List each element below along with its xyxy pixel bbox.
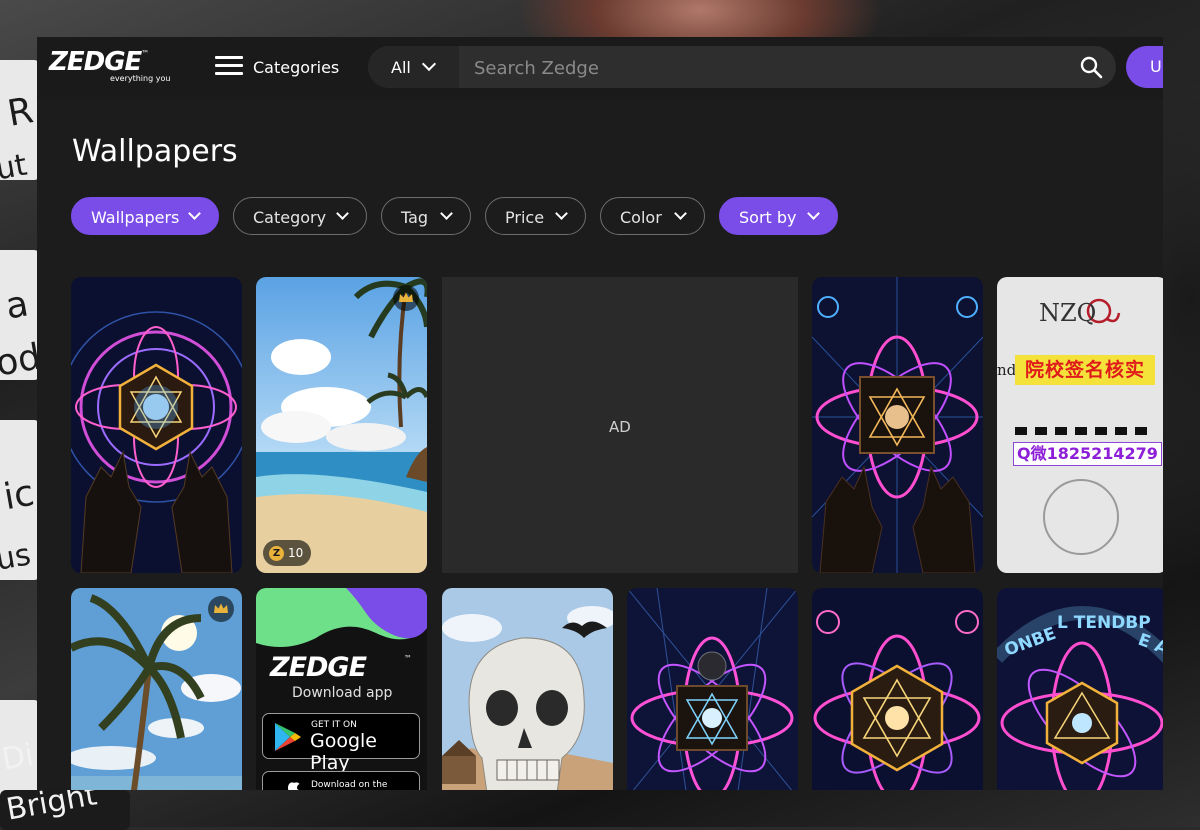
category-filter-dropdown[interactable]: Category [233, 197, 367, 235]
app-logo-trademark: ™ [404, 654, 412, 663]
chevron-down-icon [555, 207, 568, 220]
search-scope-label: All [391, 58, 411, 77]
premium-crown-badge [393, 285, 419, 311]
sacred-geometry-robot-image [627, 588, 798, 790]
ad-placeholder[interactable]: AD [442, 277, 798, 573]
play-store-caption: GET IT ON [311, 720, 357, 730]
price-value: 10 [288, 546, 304, 560]
premium-crown-badge [208, 596, 234, 622]
background-text: us [0, 537, 34, 578]
price-filter-dropdown[interactable]: Price [485, 197, 586, 235]
app-store-caption: Download on the [311, 780, 388, 790]
sacred-geometry-atoms-image [812, 588, 983, 790]
wallpaper-tile[interactable] [442, 588, 613, 790]
download-app-label: Download app [292, 685, 393, 701]
svg-text:L TENDBP: L TENDBP [1057, 613, 1151, 633]
wallpaper-tile[interactable]: Z 10 [256, 277, 427, 573]
zedge-window: ZEDGE™ everything you Categories All Up … [37, 37, 1163, 790]
chevron-down-icon [188, 207, 201, 220]
wallpaper-tile[interactable] [71, 588, 242, 790]
wallpaper-tile[interactable] [812, 588, 983, 790]
app-card-decoration [256, 588, 427, 647]
beach-palms-image [256, 277, 427, 573]
crown-icon [214, 603, 228, 613]
chevron-down-icon [421, 56, 437, 72]
sort-by-dropdown[interactable]: Sort by [719, 197, 838, 235]
filter-label: Price [505, 208, 545, 227]
google-play-button[interactable]: GET IT ON Google Play [262, 713, 420, 774]
logo-wordmark: ZEDGE [49, 47, 142, 77]
certificate-redaction-bar [1015, 427, 1155, 435]
chevron-down-icon [440, 207, 453, 220]
skull-castle-image [442, 588, 613, 790]
chevron-down-icon [336, 207, 349, 220]
search-bar: All [368, 46, 1116, 88]
sacred-geometry-letters-image: ONBE L TENDBP E AN [997, 588, 1163, 790]
top-navigation-bar: ZEDGE™ everything you Categories All Up [37, 37, 1163, 99]
zedge-coin-icon: Z [269, 546, 284, 561]
wallpaper-tile[interactable] [627, 588, 798, 790]
zedge-logo[interactable]: ZEDGE™ everything you [49, 49, 194, 87]
app-store-button[interactable]: Download on the [262, 771, 420, 790]
color-filter-dropdown[interactable]: Color [600, 197, 705, 235]
google-play-icon [275, 723, 301, 751]
wallpapers-filter-dropdown[interactable]: Wallpapers [71, 197, 219, 235]
certificate-text: nd [997, 361, 1017, 379]
filter-label: Sort by [739, 208, 797, 227]
search-scope-dropdown[interactable]: All [368, 46, 459, 88]
certificate-red-banner: 院校签名核实 [1015, 355, 1155, 385]
logo-tagline: everything you [110, 74, 171, 83]
crown-icon [399, 292, 413, 302]
filter-label: Color [620, 208, 662, 227]
chevron-down-icon [674, 207, 687, 220]
upload-button[interactable]: Up [1126, 46, 1163, 88]
wallpaper-tile[interactable]: NZQ nd 院校签名核实 Q微1825214279 [997, 277, 1163, 573]
search-input[interactable] [459, 46, 1076, 88]
sacred-geometry-hands-image [812, 277, 983, 573]
search-icon[interactable] [1079, 55, 1103, 79]
menu-icon[interactable] [215, 56, 243, 78]
price-badge: Z 10 [263, 540, 312, 566]
sacred-geometry-hands-image [71, 277, 242, 573]
page-title: Wallpapers [72, 134, 238, 169]
wallpaper-tile[interactable]: ONBE L TENDBP E AN [997, 588, 1163, 790]
wallpaper-tile[interactable] [71, 277, 242, 573]
logo-trademark: ™ [141, 49, 150, 58]
filter-label: Wallpapers [91, 208, 180, 227]
apple-icon [288, 782, 300, 790]
chevron-down-icon [807, 207, 820, 220]
tag-filter-dropdown[interactable]: Tag [381, 197, 471, 235]
filter-label: Category [253, 208, 327, 227]
filter-label: Tag [401, 208, 429, 227]
certificate-contact-text: Q微1825214279 [1013, 442, 1162, 466]
download-app-card[interactable]: ZEDGE ™ Download app GET IT ON Google Pl… [256, 588, 427, 790]
ad-label: AD [609, 418, 631, 436]
categories-menu-label[interactable]: Categories [253, 58, 339, 77]
play-store-name: Google Play [310, 730, 378, 774]
wallpaper-tile[interactable] [812, 277, 983, 573]
zedge-app-logo: ZEDGE [270, 652, 367, 683]
certificate-title: NZQ [1039, 299, 1097, 327]
background-text: Di [0, 737, 37, 778]
certificate-seal [1043, 479, 1119, 555]
